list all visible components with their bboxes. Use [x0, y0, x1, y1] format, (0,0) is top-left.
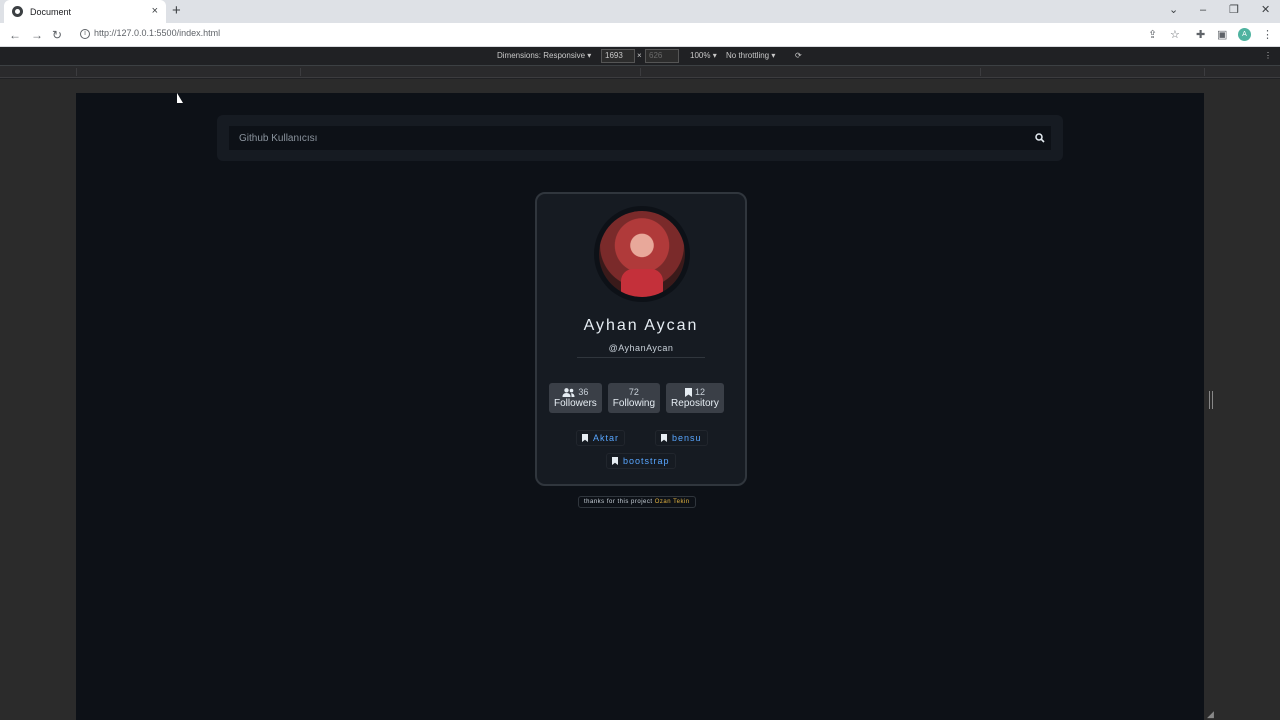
width-input[interactable]: 1693: [601, 49, 635, 63]
users-icon: [562, 387, 575, 397]
repository-count: 12: [694, 387, 705, 397]
stat-followers: 36 Followers: [549, 383, 602, 413]
repo-link-bensu[interactable]: bensu: [655, 430, 708, 446]
mouse-cursor-icon: [177, 93, 183, 103]
avatar-frame: [594, 206, 690, 302]
media-query-ruler[interactable]: [0, 66, 1280, 78]
address-bar[interactable]: http://127.0.0.1:5500/index.html: [94, 28, 220, 38]
rotate-icon[interactable]: ⟳: [795, 51, 802, 60]
dimensions-label: Dimensions: Responsive: [497, 51, 586, 60]
credit-text: thanks for this project: [584, 499, 653, 505]
new-tab-button[interactable]: +: [172, 3, 181, 19]
divider: [577, 357, 705, 358]
repo-link-bootstrap[interactable]: bootstrap: [606, 453, 676, 469]
following-label: Following: [612, 398, 656, 409]
browser-toolbar: ← → ↻ i http://127.0.0.1:5500/index.html…: [0, 23, 1280, 47]
bookmark-icon: [612, 457, 618, 465]
page-viewport: Ayhan Aycan @AyhanAycan 36 Followers: [76, 93, 1204, 720]
ruler-segment: [980, 68, 981, 76]
restore-icon[interactable]: ❐: [1229, 2, 1239, 18]
followers-count: 36: [578, 387, 589, 397]
profile-card: Ayhan Aycan @AyhanAycan 36 Followers 72 …: [535, 192, 747, 486]
bookmark-icon: [582, 434, 588, 442]
github-user-search-input[interactable]: [229, 126, 1029, 150]
minimize-icon[interactable]: –: [1200, 2, 1206, 18]
repo-name: Aktar: [593, 433, 620, 443]
window-close-icon[interactable]: ✕: [1261, 2, 1270, 18]
bookmark-icon: [661, 434, 667, 442]
info-icon[interactable]: i: [80, 29, 90, 39]
tab-title: Document: [30, 6, 72, 17]
dimensions-select[interactable]: Dimensions: Responsive ▾: [497, 51, 591, 60]
close-tab-icon[interactable]: ×: [152, 6, 158, 17]
bookmark-icon: [684, 387, 692, 397]
globe-icon: [12, 6, 23, 17]
back-icon[interactable]: ←: [9, 27, 21, 43]
following-count: 72: [628, 387, 639, 397]
ruler-segment: [1204, 68, 1205, 76]
browser-tab[interactable]: Document ×: [4, 0, 166, 23]
reload-icon[interactable]: ↻: [52, 27, 62, 43]
zoom-label: 100%: [690, 51, 711, 60]
search-button[interactable]: [1029, 126, 1051, 150]
repo-name: bensu: [672, 433, 702, 443]
stat-following: 72 Following: [607, 383, 661, 413]
throttling-label: No throttling: [726, 51, 770, 60]
credit-author-link[interactable]: Ozan Tekin: [655, 499, 690, 505]
side-panel-icon[interactable]: ▣: [1217, 27, 1227, 43]
profile-name: Ayhan Aycan: [583, 317, 699, 334]
repo-name: bootstrap: [623, 456, 670, 466]
right-resize-handle[interactable]: [1209, 391, 1213, 409]
followers-label: Followers: [554, 398, 597, 409]
device-stage: Ayhan Aycan @AyhanAycan 36 Followers: [0, 79, 1280, 720]
avatar: [599, 211, 685, 297]
search-container: [217, 115, 1063, 161]
times-symbol: ×: [637, 51, 642, 60]
ruler-segment: [76, 68, 77, 76]
search-icon: [1035, 133, 1045, 143]
zoom-select[interactable]: 100% ▾: [690, 51, 717, 60]
credit-badge: thanks for this project Ozan Tekin: [578, 496, 696, 508]
corner-resize-icon[interactable]: ◢: [1207, 709, 1214, 720]
ruler-segment: [300, 68, 301, 76]
stats-row: 36 Followers 72 Following 12 Repository: [549, 383, 724, 413]
browser-menu-icon[interactable]: ⋮: [1262, 27, 1273, 43]
repository-label: Repository: [671, 398, 719, 409]
ruler-segment: [640, 68, 641, 76]
device-toolbar: Dimensions: Responsive ▾ 1693 × 626 100%…: [0, 47, 1280, 66]
share-icon[interactable]: ⇪: [1148, 27, 1157, 43]
repo-link-aktar[interactable]: Aktar: [576, 430, 626, 446]
extensions-icon[interactable]: ✚: [1196, 27, 1205, 43]
forward-icon[interactable]: →: [31, 27, 43, 43]
bookmark-star-icon[interactable]: ☆: [1170, 27, 1180, 43]
stat-repository: 12 Repository: [666, 383, 724, 413]
devtools-menu-icon[interactable]: ⋮: [1264, 51, 1272, 60]
profile-login: @AyhanAycan: [608, 343, 674, 353]
height-input[interactable]: 626: [645, 49, 679, 63]
tab-search-icon[interactable]: ⌄: [1169, 2, 1178, 18]
throttling-select[interactable]: No throttling ▾: [726, 51, 775, 60]
profile-avatar-icon[interactable]: A: [1238, 28, 1251, 41]
tab-strip: Document × + ⌄ – ❐ ✕: [0, 0, 1280, 23]
